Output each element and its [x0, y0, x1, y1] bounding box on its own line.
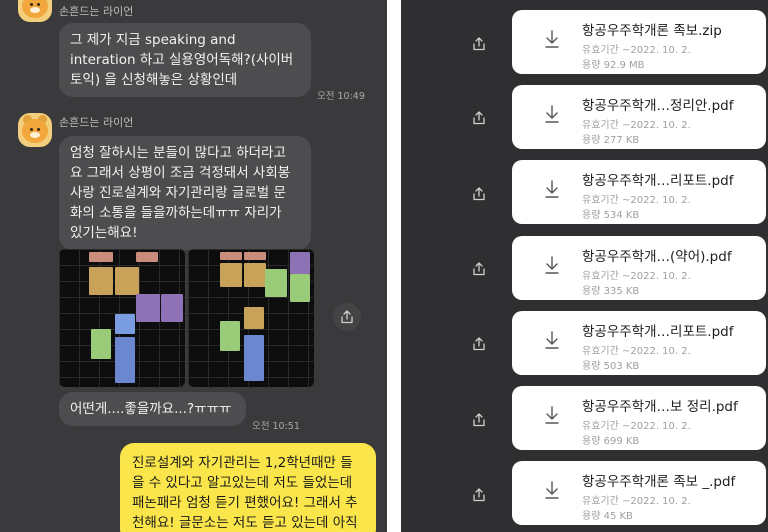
file-expiry: 유효기간 ~2022. 10. 2.	[582, 45, 691, 56]
message-line: 어떤게....좋을까요...?ㅠㅠㅠ	[70, 401, 232, 417]
share-button[interactable]	[464, 329, 494, 359]
file-name: 항공우주학개…리포트.pdf	[582, 173, 734, 189]
file-size: 용량 277 KB	[582, 135, 640, 146]
file-card[interactable]: 항공우주학개론 족보.zip 유효기간 ~2022. 10. 2. 용량 92.…	[512, 10, 766, 74]
file-card[interactable]: 항공우주학개…리포트.pdf 유효기간 ~2022. 10. 2. 용량 534…	[512, 160, 766, 224]
file-name: 항공우주학개…보 정리.pdf	[582, 399, 738, 415]
download-icon[interactable]	[542, 479, 562, 501]
share-icon	[473, 187, 485, 201]
file-name: 항공우주학개론 족보 _.pdf	[582, 474, 736, 490]
message-line: interation 하고 실용영어독해?(사이버	[70, 52, 294, 68]
file-expiry: 유효기간 ~2022. 10. 2.	[582, 421, 691, 432]
share-icon	[473, 413, 485, 427]
file-name: 항공우주학개…리포트.pdf	[582, 324, 734, 340]
file-name: 항공우주학개론 족보.zip	[582, 23, 722, 39]
download-icon[interactable]	[542, 329, 562, 351]
message-line: 요 그래서 상평이 조금 걱정돼서 사회봉	[70, 165, 291, 181]
message-line: 있기는해요!	[70, 225, 138, 241]
message-time: 오전 10:51	[252, 421, 300, 432]
file-card[interactable]: 항공우주학개…정리안.pdf 유효기간 ~2022. 10. 2. 용량 277…	[512, 85, 766, 149]
file-size: 용량 92.9 MB	[582, 60, 645, 71]
message-line: 화의 소통을 들을까하는데ㅠㅠ 자리가	[70, 205, 282, 221]
file-expiry: 유효기간 ~2022. 10. 2.	[582, 120, 691, 131]
file-name: 항공우주학개…(약어).pdf	[582, 249, 732, 265]
ryan-avatar[interactable]	[18, 0, 52, 22]
timetable-photo[interactable]	[59, 249, 185, 387]
sender-name: 손흔드는 라이언	[59, 116, 134, 129]
file-size: 용량 335 KB	[582, 286, 640, 297]
panel-divider	[387, 0, 401, 532]
ryan-avatar[interactable]	[18, 113, 52, 147]
share-button[interactable]	[464, 405, 494, 435]
share-icon	[473, 111, 485, 125]
message-line: 사랑 진로설계와 자기관리랑 글로벌 문	[70, 185, 286, 201]
file-card[interactable]: 항공우주학개…리포트.pdf 유효기간 ~2022. 10. 2. 용량 503…	[512, 311, 766, 375]
message-line: 엄청 잘하시는 분들이 많다고 하더라고	[70, 145, 286, 161]
download-icon[interactable]	[542, 254, 562, 276]
share-icon	[473, 37, 485, 51]
file-size: 용량 45 KB	[582, 511, 633, 522]
file-card[interactable]: 항공우주학개론 족보 _.pdf 유효기간 ~2022. 10. 2. 용량 4…	[512, 461, 766, 525]
message-line: 진로설계와 자기관리는 1,2학년때만 들	[132, 455, 353, 471]
share-button[interactable]	[464, 103, 494, 133]
file-card[interactable]: 항공우주학개…보 정리.pdf 유효기간 ~2022. 10. 2. 용량 69…	[512, 386, 766, 450]
share-icon	[473, 488, 485, 502]
message-time: 오전 10:49	[317, 91, 365, 102]
share-icon	[341, 310, 353, 324]
file-size: 용량 503 KB	[582, 361, 640, 372]
chat-panel: 손흔드는 라이언 그 제가 지금 speaking and interation…	[0, 0, 387, 532]
download-icon[interactable]	[542, 404, 562, 426]
file-card[interactable]: 항공우주학개…(약어).pdf 유효기간 ~2022. 10. 2. 용량 33…	[512, 236, 766, 300]
share-icon	[473, 262, 485, 276]
file-expiry: 유효기간 ~2022. 10. 2.	[582, 195, 691, 206]
download-icon[interactable]	[542, 28, 562, 50]
share-button[interactable]	[333, 303, 361, 331]
message-bubble[interactable]: 엄청 잘하시는 분들이 많다고 하더라고 요 그래서 상평이 조금 걱정돼서 사…	[59, 136, 311, 250]
timetable-photo[interactable]	[188, 249, 314, 387]
file-expiry: 유효기간 ~2022. 10. 2.	[582, 346, 691, 357]
message-bubble[interactable]: 그 제가 지금 speaking and interation 하고 실용영어독…	[59, 23, 311, 97]
share-button[interactable]	[464, 179, 494, 209]
download-icon[interactable]	[542, 178, 562, 200]
my-message-bubble[interactable]: 진로설계와 자기관리는 1,2학년때만 들 을 수 있다고 알고있는데 저도 들…	[120, 443, 376, 532]
share-button[interactable]	[464, 254, 494, 284]
share-button[interactable]	[464, 480, 494, 510]
message-line: 패논패라 엄청 듣기 편했어요! 그래서 추	[132, 495, 358, 511]
sender-name: 손흔드는 라이언	[59, 5, 134, 18]
file-size: 용량 534 KB	[582, 210, 640, 221]
file-expiry: 유효기간 ~2022. 10. 2.	[582, 271, 691, 282]
message-bubble[interactable]: 어떤게....좋을까요...?ㅠㅠㅠ	[59, 392, 246, 426]
share-icon	[473, 337, 485, 351]
message-line: 토익) 을 신청해놓은 상황인데	[70, 72, 238, 88]
download-icon[interactable]	[542, 103, 562, 125]
message-line: 을 수 있다고 알고있는데 저도 들었는데	[132, 475, 353, 491]
share-button[interactable]	[464, 29, 494, 59]
file-list-panel: 항공우주학개론 족보.zip 유효기간 ~2022. 10. 2. 용량 92.…	[401, 0, 768, 532]
file-expiry: 유효기간 ~2022. 10. 2.	[582, 496, 691, 507]
file-size: 용량 699 KB	[582, 436, 640, 447]
message-line: 천해요! 글문소는 저도 듣고 있는데 아직	[132, 515, 358, 531]
message-line: 그 제가 지금 speaking and	[70, 32, 236, 48]
file-name: 항공우주학개…정리안.pdf	[582, 98, 734, 114]
